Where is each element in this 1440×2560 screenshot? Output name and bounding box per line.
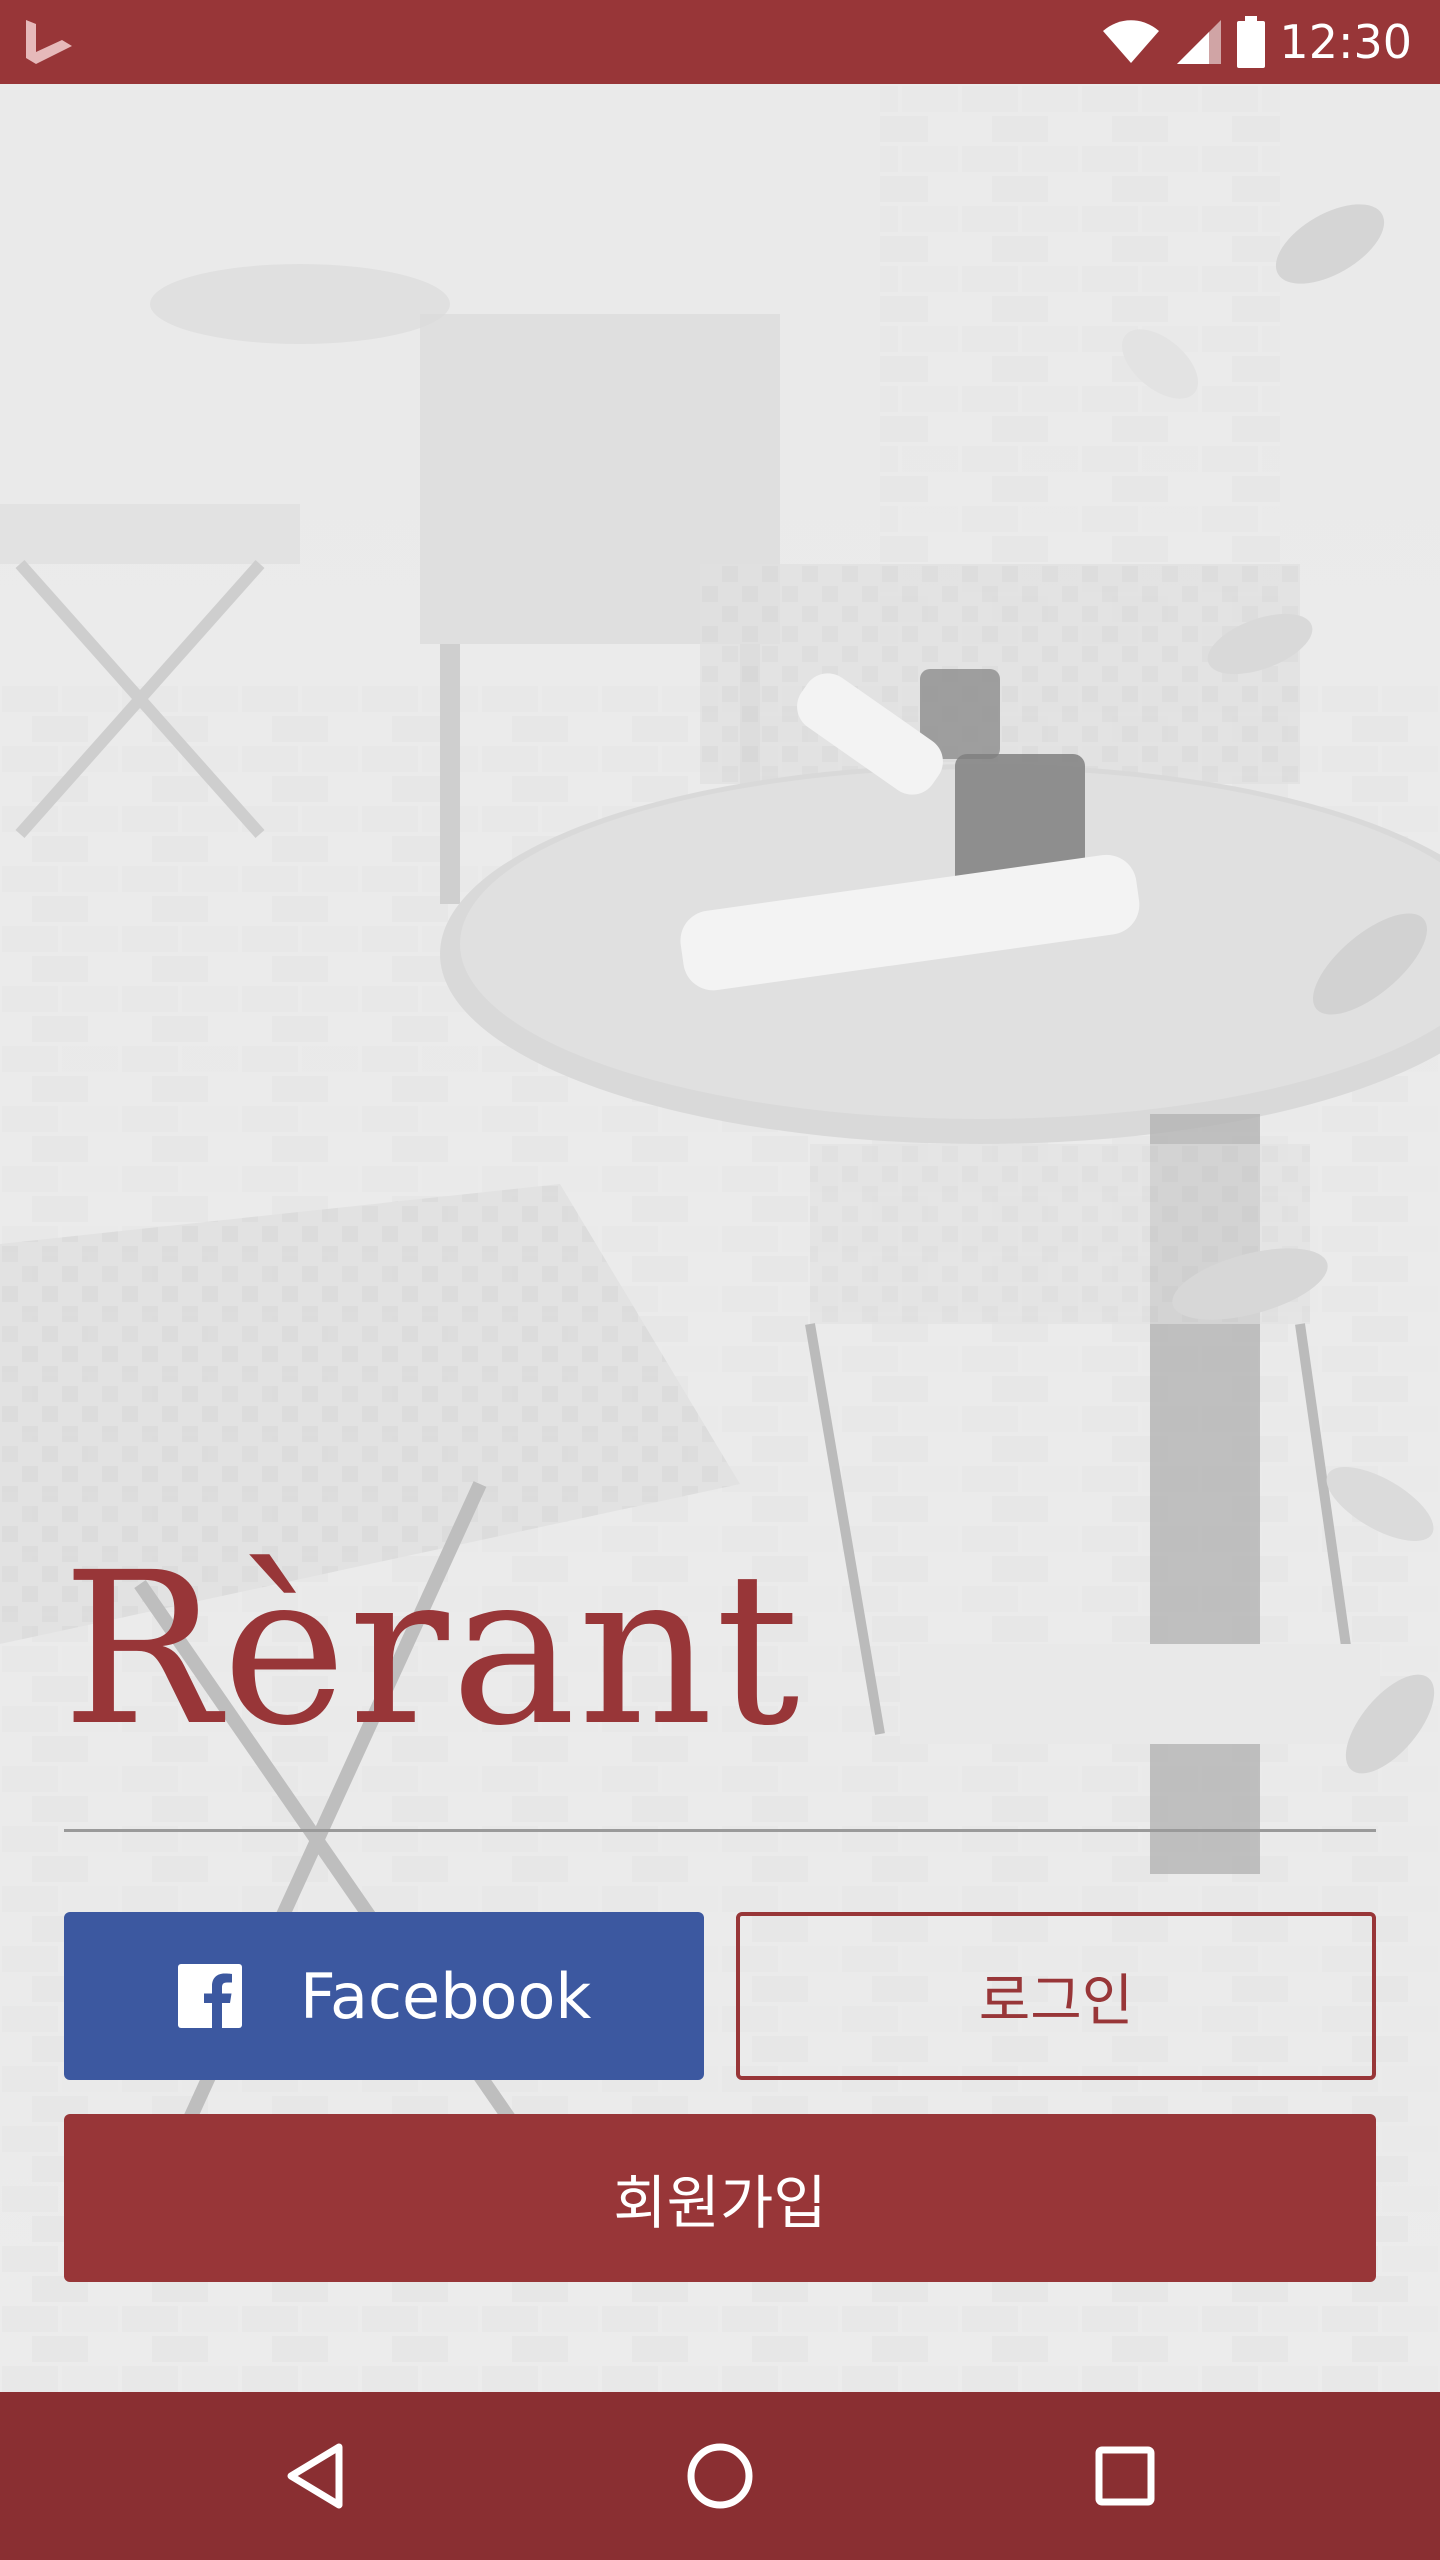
facebook-login-button[interactable]: Facebook: [64, 1912, 704, 2080]
facebook-icon: [178, 1964, 242, 2028]
cell-signal-icon: [1177, 20, 1222, 64]
navigation-bar: [0, 2392, 1440, 2560]
app-logo: Rèrant: [62, 1527, 802, 1772]
status-time: 12:30: [1279, 15, 1412, 69]
nav-home-button[interactable]: [670, 2426, 770, 2526]
bing-app-icon: [26, 20, 72, 64]
divider: [64, 1829, 1376, 1832]
signup-button[interactable]: 회원가입: [64, 2114, 1376, 2282]
home-icon: [687, 2443, 753, 2509]
facebook-button-label: Facebook: [300, 1959, 592, 2033]
login-screen: 12:30 Rèrant Facebook 로그인 회원가입: [0, 0, 1440, 2560]
battery-icon: [1237, 16, 1266, 68]
login-button[interactable]: 로그인: [736, 1912, 1376, 2080]
status-icons: 12:30: [1101, 0, 1412, 84]
back-icon: [287, 2443, 343, 2509]
recents-icon: [1095, 2446, 1155, 2506]
signup-button-label: 회원가입: [613, 2169, 827, 2237]
nav-recents-button[interactable]: [1075, 2426, 1175, 2526]
nav-back-button[interactable]: [265, 2426, 365, 2526]
status-bar: 12:30: [0, 0, 1440, 84]
login-button-label: 로그인: [978, 1968, 1134, 2034]
wifi-icon: [1103, 20, 1160, 63]
